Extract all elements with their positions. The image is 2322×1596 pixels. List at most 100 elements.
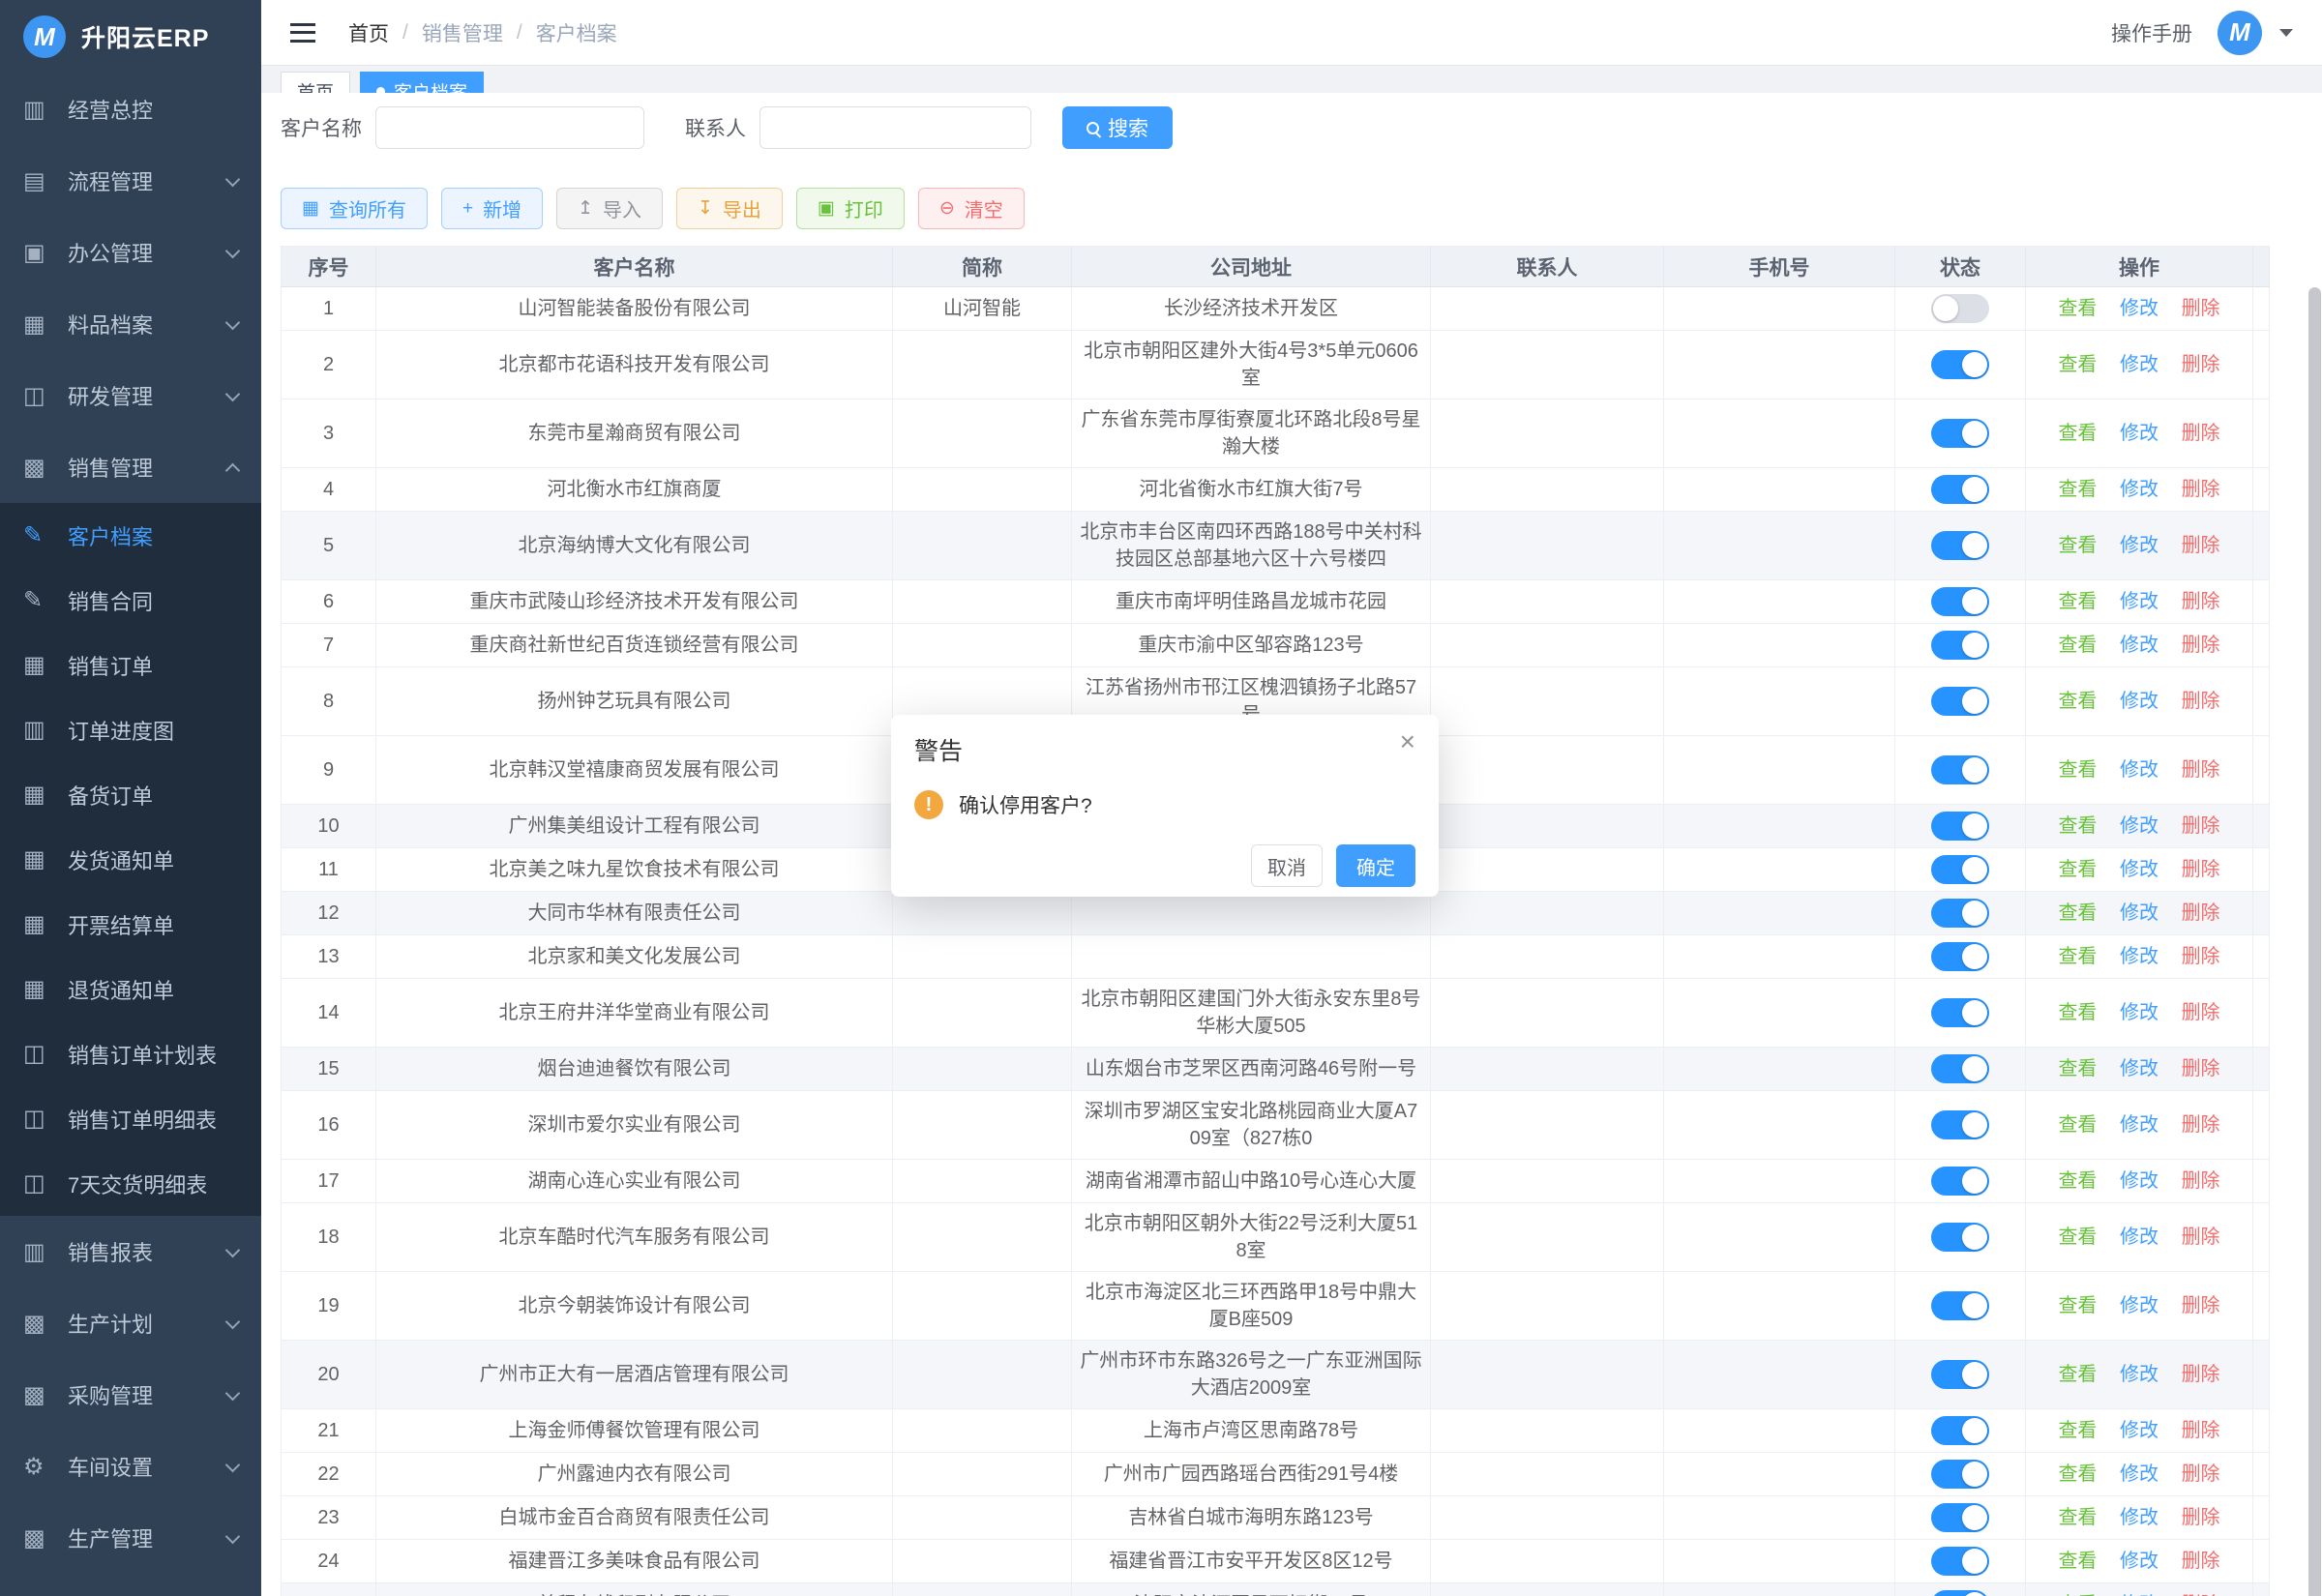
status-toggle[interactable]: [1931, 899, 1989, 928]
edit-link[interactable]: 修改: [2120, 946, 2158, 967]
edit-link[interactable]: 修改: [2120, 1364, 2158, 1385]
status-toggle[interactable]: [1931, 998, 1989, 1027]
view-link[interactable]: 查看: [2058, 1170, 2097, 1192]
add-button[interactable]: 新增: [441, 188, 543, 229]
edit-link[interactable]: 修改: [2120, 815, 2158, 837]
status-toggle[interactable]: [1931, 1547, 1989, 1576]
clear-button[interactable]: 清空: [918, 188, 1025, 229]
delete-link[interactable]: 删除: [2182, 1227, 2220, 1248]
edit-link[interactable]: 修改: [2120, 1507, 2158, 1528]
manual-link[interactable]: 操作手册: [2111, 18, 2192, 47]
sidebar-item-production-plan[interactable]: 生产计划: [0, 1287, 261, 1359]
status-toggle[interactable]: [1931, 475, 1989, 504]
view-link[interactable]: 查看: [2058, 1002, 2097, 1023]
edit-link[interactable]: 修改: [2120, 535, 2158, 556]
customer-name-input[interactable]: [375, 106, 644, 149]
status-toggle[interactable]: [1931, 419, 1989, 448]
edit-link[interactable]: 修改: [2120, 691, 2158, 712]
delete-link[interactable]: 删除: [2182, 691, 2220, 712]
tab-home[interactable]: 首页: [281, 72, 350, 93]
view-link[interactable]: 查看: [2058, 1463, 2097, 1485]
view-link[interactable]: 查看: [2058, 759, 2097, 781]
status-toggle[interactable]: [1931, 294, 1989, 323]
view-link[interactable]: 查看: [2058, 423, 2097, 444]
delete-link[interactable]: 删除: [2182, 1295, 2220, 1316]
status-toggle[interactable]: [1931, 1167, 1989, 1196]
sidebar-item-7day-delivery-report[interactable]: 7天交货明细表: [0, 1151, 261, 1216]
status-toggle[interactable]: [1931, 1590, 1989, 1596]
delete-link[interactable]: 删除: [2182, 354, 2220, 375]
status-toggle[interactable]: [1931, 350, 1989, 379]
edit-link[interactable]: 修改: [2120, 1463, 2158, 1485]
delete-link[interactable]: 删除: [2182, 1002, 2220, 1023]
delete-link[interactable]: 删除: [2182, 1114, 2220, 1136]
status-toggle[interactable]: [1931, 1416, 1989, 1445]
sidebar-item-sales-contract[interactable]: 销售合同: [0, 568, 261, 633]
sidebar-item-shipping-notice[interactable]: 发货通知单: [0, 827, 261, 892]
search-button[interactable]: 搜索: [1062, 106, 1173, 149]
sidebar-item-sales-order[interactable]: 销售订单: [0, 633, 261, 697]
delete-link[interactable]: 删除: [2182, 591, 2220, 612]
view-link[interactable]: 查看: [2058, 691, 2097, 712]
status-toggle[interactable]: [1931, 1360, 1989, 1389]
delete-link[interactable]: 删除: [2182, 479, 2220, 500]
sidebar-item-office-management[interactable]: 办公管理: [0, 217, 261, 288]
status-toggle[interactable]: [1931, 587, 1989, 616]
view-link[interactable]: 查看: [2058, 1507, 2097, 1528]
delete-link[interactable]: 删除: [2182, 1420, 2220, 1441]
contact-input[interactable]: [759, 106, 1031, 149]
delete-link[interactable]: 删除: [2182, 1170, 2220, 1192]
edit-link[interactable]: 修改: [2120, 1551, 2158, 1572]
close-icon[interactable]: [1400, 728, 1415, 755]
delete-link[interactable]: 删除: [2182, 1551, 2220, 1572]
sidebar-item-sales-order-detail-report[interactable]: 销售订单明细表: [0, 1086, 261, 1151]
edit-link[interactable]: 修改: [2120, 479, 2158, 500]
view-link[interactable]: 查看: [2058, 1364, 2097, 1385]
sidebar-item-stock-order[interactable]: 备货订单: [0, 762, 261, 827]
delete-link[interactable]: 删除: [2182, 1463, 2220, 1485]
view-link[interactable]: 查看: [2058, 946, 2097, 967]
delete-link[interactable]: 删除: [2182, 1364, 2220, 1385]
view-link[interactable]: 查看: [2058, 591, 2097, 612]
status-toggle[interactable]: [1931, 1503, 1989, 1532]
sidebar-item-production-management[interactable]: 生产管理: [0, 1502, 261, 1574]
edit-link[interactable]: 修改: [2120, 298, 2158, 319]
edit-link[interactable]: 修改: [2120, 1227, 2158, 1248]
delete-link[interactable]: 删除: [2182, 1058, 2220, 1079]
sidebar-item-return-notice[interactable]: 退货通知单: [0, 957, 261, 1021]
user-menu-caret-icon[interactable]: [2279, 29, 2293, 37]
sidebar-item-purchase-management[interactable]: 采购管理: [0, 1359, 261, 1431]
delete-link[interactable]: 删除: [2182, 859, 2220, 880]
delete-link[interactable]: 删除: [2182, 635, 2220, 656]
edit-link[interactable]: 修改: [2120, 859, 2158, 880]
status-toggle[interactable]: [1931, 1110, 1989, 1139]
edit-link[interactable]: 修改: [2120, 902, 2158, 924]
status-toggle[interactable]: [1931, 1054, 1989, 1083]
import-button[interactable]: 导入: [556, 188, 663, 229]
avatar[interactable]: M: [2218, 11, 2262, 55]
status-toggle[interactable]: [1931, 1223, 1989, 1252]
confirm-button[interactable]: 确定: [1336, 844, 1415, 887]
view-link[interactable]: 查看: [2058, 1295, 2097, 1316]
tab-customer-archives[interactable]: 客户档案: [360, 72, 484, 93]
view-link[interactable]: 查看: [2058, 1058, 2097, 1079]
edit-link[interactable]: 修改: [2120, 354, 2158, 375]
delete-link[interactable]: 删除: [2182, 423, 2220, 444]
status-toggle[interactable]: [1931, 942, 1989, 971]
delete-link[interactable]: 删除: [2182, 535, 2220, 556]
status-toggle[interactable]: [1931, 755, 1989, 784]
sidebar-item-material-archives[interactable]: 料品档案: [0, 288, 261, 360]
sidebar-item-business-overview[interactable]: 经营总控: [0, 74, 261, 145]
view-link[interactable]: 查看: [2058, 1227, 2097, 1248]
print-button[interactable]: 打印: [796, 188, 905, 229]
view-link[interactable]: 查看: [2058, 635, 2097, 656]
edit-link[interactable]: 修改: [2120, 1295, 2158, 1316]
edit-link[interactable]: 修改: [2120, 635, 2158, 656]
status-toggle[interactable]: [1931, 1291, 1989, 1320]
edit-link[interactable]: 修改: [2120, 423, 2158, 444]
breadcrumb-home[interactable]: 首页: [348, 18, 389, 47]
edit-link[interactable]: 修改: [2120, 591, 2158, 612]
query-all-button[interactable]: 查询所有: [281, 188, 428, 229]
view-link[interactable]: 查看: [2058, 902, 2097, 924]
delete-link[interactable]: 删除: [2182, 902, 2220, 924]
